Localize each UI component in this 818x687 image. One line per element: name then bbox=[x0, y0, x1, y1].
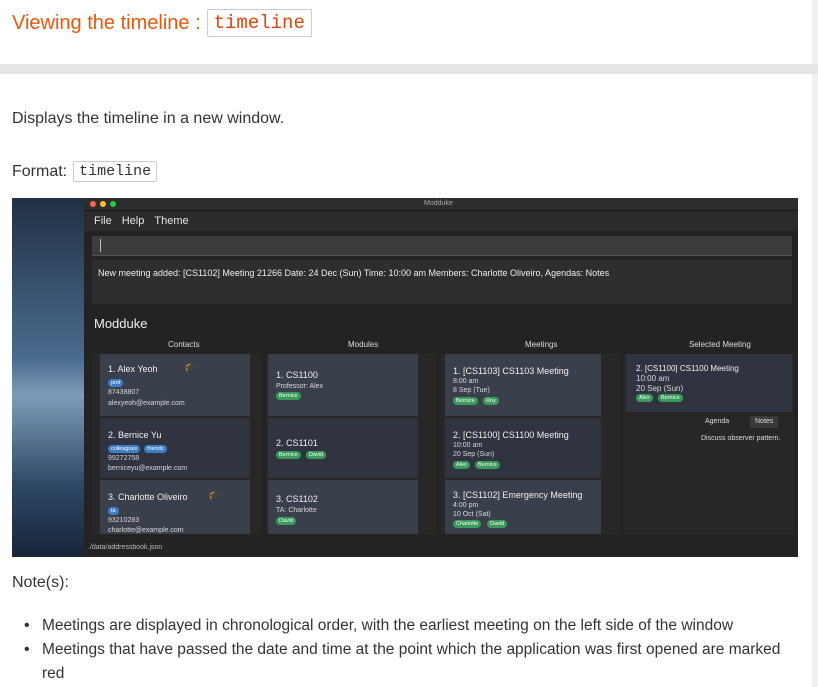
module-detail: TA: Charlotte bbox=[276, 507, 317, 514]
meeting-tag: Bernice bbox=[475, 461, 500, 469]
contact-tag: colleagues bbox=[108, 445, 141, 453]
meeting-card[interactable]: 2. [CS1100] CS1100 Meeting 10:00 am 20 S… bbox=[445, 418, 601, 478]
tab-notes[interactable]: Notes bbox=[750, 416, 779, 428]
contact-name: 3. Charlotte Oliveiro bbox=[108, 492, 188, 502]
section-divider bbox=[0, 64, 818, 74]
meeting-name: 2. [CS1100] CS1100 Meeting bbox=[453, 430, 569, 440]
storage-path: ./data/addressbook.json bbox=[88, 544, 163, 551]
contacts-header: Contacts bbox=[168, 340, 200, 349]
window-title: Modduke bbox=[424, 200, 453, 207]
graduation-cap-icon: 🎓 bbox=[208, 489, 221, 500]
contact-email: berniceyu@example.com bbox=[108, 465, 188, 472]
modules-header: Modules bbox=[348, 340, 379, 349]
app-screenshot: Modduke File Help Theme New meeting adde… bbox=[12, 198, 798, 557]
notes-list: Meetings are displayed in chronological … bbox=[22, 614, 802, 686]
meeting-tag: David bbox=[487, 520, 508, 528]
desktop-background bbox=[12, 198, 84, 557]
meeting-name: 3. [CS1102] Emergency Meeting bbox=[453, 490, 583, 500]
page-scroll-strip bbox=[812, 0, 818, 687]
contact-tag: friends bbox=[144, 445, 167, 453]
format-label: Format: bbox=[12, 162, 68, 180]
close-window-icon[interactable] bbox=[90, 201, 96, 207]
notes-title: Note(s): bbox=[12, 574, 69, 591]
contact-name: 2. Bernice Yu bbox=[108, 430, 162, 440]
format-command: timeline bbox=[73, 161, 158, 182]
note-item: Meetings that have passed the date and t… bbox=[22, 638, 802, 686]
module-name: 3. CS1102 bbox=[276, 494, 318, 504]
contact-tag: prof bbox=[108, 379, 124, 387]
meeting-name: 1. [CS1103] CS1103 Meeting bbox=[453, 366, 569, 376]
selected-meeting-tabs: Agenda Notes bbox=[700, 416, 784, 428]
text-cursor bbox=[100, 239, 101, 252]
meeting-tag: Bernice bbox=[453, 397, 478, 405]
app-name: Modduke bbox=[94, 316, 148, 331]
title-bar: Modduke bbox=[84, 198, 798, 211]
selected-meeting-tag: Bernice bbox=[658, 394, 683, 402]
contact-phone: 99272758 bbox=[108, 455, 140, 462]
meeting-card[interactable]: 3. [CS1102] Emergency Meeting 4:00 pm 10… bbox=[445, 480, 601, 534]
meetings-header: Meetings bbox=[525, 340, 558, 349]
contact-phone: 87438807 bbox=[108, 389, 140, 396]
contact-name: 1. Alex Yeoh bbox=[108, 364, 158, 374]
maximize-window-icon[interactable] bbox=[110, 201, 116, 207]
result-message: New meeting added: [CS1102] Meeting 2126… bbox=[98, 268, 610, 278]
selected-meeting-name: 2. [CS1100] CS1100 Meeting bbox=[636, 364, 739, 373]
module-name: 2. CS1101 bbox=[276, 438, 318, 448]
menu-help[interactable]: Help bbox=[122, 215, 145, 227]
module-tag: Bernice bbox=[276, 392, 301, 400]
module-card[interactable]: 2. CS1101 Bernice David bbox=[268, 418, 418, 478]
meeting-date: 8 Sep (Tue) bbox=[453, 387, 490, 394]
module-tag: Bernice bbox=[276, 451, 301, 459]
menu-file[interactable]: File bbox=[94, 215, 112, 227]
selected-meeting-panel: 2. [CS1100] CS1100 Meeting 10:00 am 20 S… bbox=[624, 354, 794, 534]
module-card[interactable]: 1. CS1100 Professor: Alex Bernice bbox=[268, 354, 418, 416]
meeting-time: 10:00 am bbox=[453, 442, 483, 449]
selected-meeting-tag: Alex bbox=[636, 394, 653, 402]
contact-email: alexyeoh@example.com bbox=[108, 400, 185, 407]
contact-tag: ta bbox=[108, 507, 119, 515]
result-display: New meeting added: [CS1102] Meeting 2126… bbox=[92, 260, 792, 304]
page-title-command: timeline bbox=[206, 9, 312, 37]
selected-meeting-time: 10:00 am bbox=[636, 374, 670, 383]
app-window: Modduke File Help Theme New meeting adde… bbox=[84, 198, 798, 557]
meeting-tag: Charlotte bbox=[453, 520, 482, 528]
meetings-panel: 1. [CS1103] CS1103 Meeting 8:00 am 8 Sep… bbox=[440, 354, 620, 534]
format-line: Format: timeline bbox=[12, 161, 158, 182]
selected-meeting-card: 2. [CS1100] CS1100 Meeting 10:00 am 20 S… bbox=[626, 354, 792, 412]
meeting-time: 4:00 pm bbox=[453, 502, 479, 509]
selected-meeting-header: Selected Meeting bbox=[689, 340, 751, 349]
modules-panel: 1. CS1100 Professor: Alex Bernice 2. CS1… bbox=[266, 354, 436, 534]
command-input[interactable] bbox=[92, 236, 792, 256]
contact-email: charlotte@example.com bbox=[108, 527, 184, 534]
meeting-tag: Roy bbox=[483, 397, 499, 405]
meeting-date: 20 Sep (Sun) bbox=[453, 451, 495, 458]
meeting-time: 8:00 am bbox=[453, 378, 479, 385]
menu-bar: File Help Theme bbox=[84, 211, 798, 231]
module-tag: David bbox=[306, 451, 327, 459]
module-tag: David bbox=[276, 517, 297, 525]
meeting-tag: Alex bbox=[453, 461, 470, 469]
module-detail: Professor: Alex bbox=[276, 383, 324, 390]
contact-card[interactable]: 1. Alex Yeoh 🎓 prof 87438807 alexyeoh@ex… bbox=[100, 354, 250, 416]
minimize-window-icon[interactable] bbox=[100, 201, 106, 207]
module-name: 1. CS1100 bbox=[276, 370, 318, 380]
meeting-date: 10 Oct (Sat) bbox=[453, 511, 491, 518]
contacts-panel: 1. Alex Yeoh 🎓 prof 87438807 alexyeoh@ex… bbox=[92, 354, 262, 534]
description: Displays the timeline in a new window. bbox=[12, 110, 285, 127]
page-title-text: Viewing the timeline : bbox=[12, 11, 201, 34]
note-item: Meetings are displayed in chronological … bbox=[22, 614, 802, 638]
graduation-cap-icon: 🎓 bbox=[184, 361, 197, 372]
agenda-text: Discuss observer pattern. bbox=[701, 435, 781, 442]
menu-theme[interactable]: Theme bbox=[154, 215, 188, 227]
contact-phone: 93210283 bbox=[108, 517, 140, 524]
contact-card[interactable]: 2. Bernice Yu colleagues friends 9927275… bbox=[100, 418, 250, 478]
meeting-card[interactable]: 1. [CS1103] CS1103 Meeting 8:00 am 8 Sep… bbox=[445, 354, 601, 416]
page-title: Viewing the timeline : timeline bbox=[12, 8, 312, 38]
tab-agenda[interactable]: Agenda bbox=[700, 416, 734, 428]
module-card[interactable]: 3. CS1102 TA: Charlotte David bbox=[268, 480, 418, 534]
contact-card[interactable]: 3. Charlotte Oliveiro 🎓 ta 93210283 char… bbox=[100, 480, 250, 534]
selected-meeting-date: 20 Sep (Sun) bbox=[636, 384, 684, 393]
